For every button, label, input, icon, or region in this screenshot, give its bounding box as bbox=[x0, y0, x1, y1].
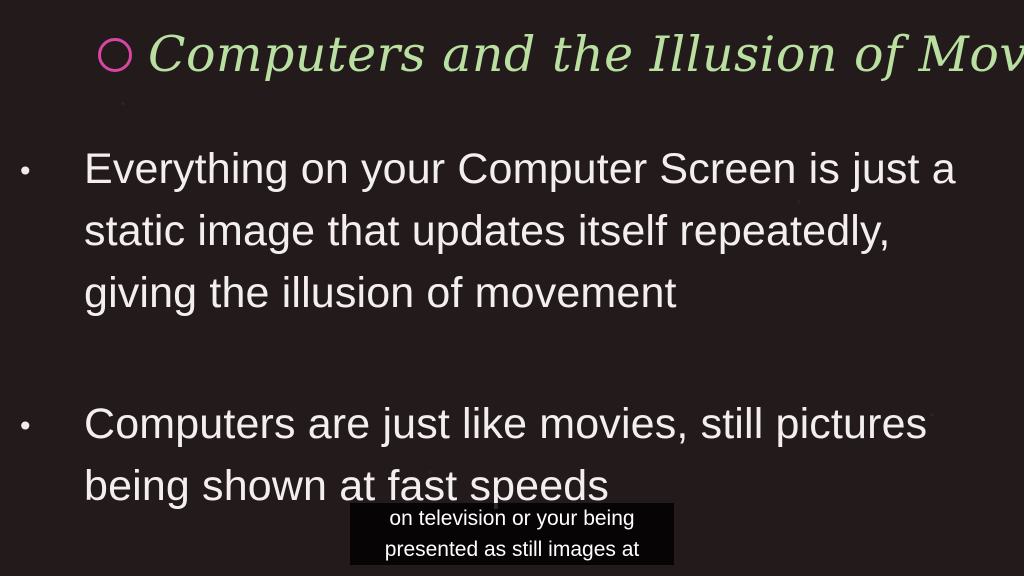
bullet-item: • Computers are just like movies, still … bbox=[17, 393, 927, 517]
bullet-text: Everything on your Computer Screen is ju… bbox=[84, 138, 956, 324]
bullet-line: Computers are just like movies, still pi… bbox=[84, 400, 928, 448]
bullet-text: Computers are just like movies, still pi… bbox=[84, 393, 927, 517]
bullet-dot-icon: • bbox=[17, 410, 34, 443]
bullet-line: static image that updates itself repeate… bbox=[84, 207, 891, 255]
bullet-line: Everything on your Computer Screen is ju… bbox=[84, 145, 956, 193]
caption-line: presented as still images at bbox=[384, 538, 640, 561]
video-caption: on television or your being presented as… bbox=[350, 503, 674, 565]
caption-line: on television or your being bbox=[389, 507, 635, 530]
bullet-dot-icon: • bbox=[17, 155, 34, 188]
presentation-slide: Computers and the Illusion of Movement •… bbox=[0, 0, 1024, 576]
bullet-item: • Everything on your Computer Screen is … bbox=[17, 138, 956, 324]
bullet-line: giving the illusion of movement bbox=[84, 269, 677, 317]
bullet-list: • Everything on your Computer Screen is … bbox=[0, 0, 1024, 576]
